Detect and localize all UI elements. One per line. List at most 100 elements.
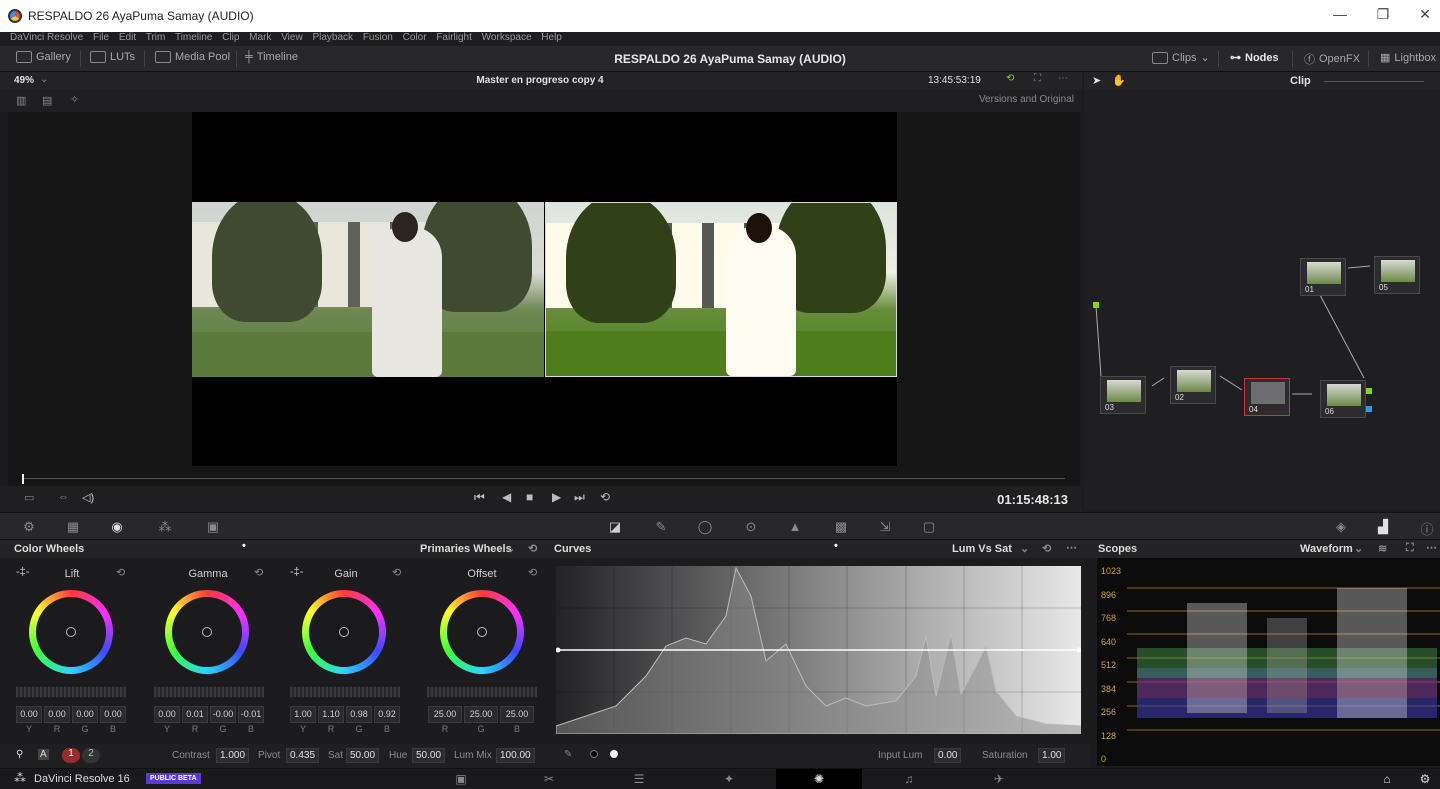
white-point-icon[interactable] <box>610 750 618 758</box>
go-to-first-icon[interactable]: ⏮ <box>474 490 485 505</box>
page-1-button[interactable]: 1 <box>62 748 80 763</box>
sat-value[interactable]: 50.00 <box>346 748 380 763</box>
3d-icon[interactable]: ▢ <box>920 519 938 534</box>
more-icon[interactable]: ⋯ <box>1058 73 1068 84</box>
media-pool-button[interactable]: Media Pool <box>155 51 230 63</box>
menu-davinci[interactable]: DaVinci Resolve <box>10 32 83 43</box>
node-graph[interactable]: 01 05 02 03 04 06 <box>1084 90 1440 510</box>
contrast-value[interactable]: 1.000 <box>216 748 250 763</box>
gain-b[interactable]: 0.92 <box>374 706 400 723</box>
page-2-button[interactable]: 2 <box>82 748 100 763</box>
chevron-down-icon[interactable]: ⌄ <box>506 542 515 555</box>
gamma-b[interactable]: -0.01 <box>238 706 264 723</box>
menu-mark[interactable]: Mark <box>249 32 271 43</box>
lightbox-button[interactable]: ▦ Lightbox <box>1380 51 1436 65</box>
fairlight-page-icon[interactable]: ♫ <box>898 772 920 786</box>
lift-y[interactable]: 0.00 <box>16 706 42 723</box>
color-page-icon[interactable]: ✺ <box>808 772 830 786</box>
page-indicator[interactable]: • <box>242 540 246 552</box>
split-icon[interactable]: ▥ <box>16 94 26 107</box>
gamma-g[interactable]: -0.00 <box>210 706 236 723</box>
fullscreen-icon[interactable]: ⛶ <box>1034 73 1041 84</box>
offset-wheel[interactable] <box>440 590 524 674</box>
picker-icon[interactable]: -‡- <box>16 566 29 578</box>
offset-master-slider[interactable] <box>427 687 537 697</box>
edit-page-icon[interactable]: ☰ <box>628 772 650 786</box>
reset-icon[interactable]: ⟲ <box>392 566 401 579</box>
page-indicator[interactable]: • <box>834 540 838 552</box>
reset-icon[interactable]: ⟲ <box>116 566 125 579</box>
saturation-value[interactable]: 1.00 <box>1038 748 1066 763</box>
chevron-down-icon[interactable]: ⌄ <box>40 74 48 85</box>
lift-master-slider[interactable] <box>16 687 126 697</box>
loop-playback-icon[interactable]: ⟲ <box>600 490 610 504</box>
info-icon[interactable]: ⓘ <box>1418 519 1436 537</box>
home-icon[interactable]: ⌂ <box>1376 772 1398 786</box>
source-input-dot[interactable] <box>1093 302 1099 308</box>
window-icon[interactable]: ◯ <box>696 519 714 534</box>
curves-icon[interactable]: ◪ <box>606 519 624 534</box>
color-match-icon[interactable]: ▦ <box>64 519 82 534</box>
auto-balance-icon[interactable]: ⚲ <box>16 749 23 760</box>
lift-g[interactable]: 0.00 <box>72 706 98 723</box>
gain-master-slider[interactable] <box>290 687 400 697</box>
gain-g[interactable]: 0.98 <box>346 706 372 723</box>
pointer-icon[interactable]: ➤ <box>1092 74 1101 87</box>
magic-wand-icon[interactable]: ✧ <box>70 93 79 106</box>
menu-timeline[interactable]: Timeline <box>175 32 212 43</box>
alpha-output-dot[interactable] <box>1366 406 1372 412</box>
gain-r[interactable]: 1.10 <box>318 706 344 723</box>
timeline-button[interactable]: ╪ Timeline <box>245 51 298 63</box>
nodes-button[interactable]: ⊶ Nodes <box>1230 51 1279 65</box>
timeline-name[interactable]: Master en progreso copy 4 <box>440 75 640 86</box>
luts-button[interactable]: LUTs <box>90 51 135 63</box>
wipe-icon[interactable]: ▤ <box>42 94 52 107</box>
fusion-page-icon[interactable]: ✦ <box>718 772 740 786</box>
sizing-icon[interactable]: ⇲ <box>876 519 894 534</box>
curves-graph[interactable] <box>556 566 1081 734</box>
menu-workspace[interactable]: Workspace <box>482 32 532 43</box>
pivot-value[interactable]: 0.435 <box>286 748 320 763</box>
menu-fusion[interactable]: Fusion <box>363 32 393 43</box>
node-05[interactable]: 05 <box>1374 256 1420 294</box>
stop-icon[interactable]: ■ <box>526 490 533 504</box>
gear-icon[interactable]: ⚙ <box>1414 772 1436 786</box>
curves-mode-select[interactable]: Lum Vs Sat <box>952 543 1012 555</box>
gamma-r[interactable]: 0.01 <box>182 706 208 723</box>
lift-wheel[interactable] <box>29 590 113 674</box>
more-icon[interactable]: ⋯ <box>1426 541 1437 554</box>
eyedropper-icon[interactable]: ✎ <box>564 749 572 760</box>
openfx-button[interactable]: ⓕ OpenFX <box>1304 51 1360 67</box>
lum-mix-value[interactable]: 100.00 <box>496 748 535 763</box>
reset-icon[interactable]: ⟲ <box>1042 542 1051 555</box>
loop-icon[interactable]: ⇔ <box>58 491 69 503</box>
reset-icon[interactable]: ⟲ <box>254 566 263 579</box>
node-zoom-slider[interactable] <box>1324 81 1424 82</box>
picker-icon[interactable]: -‡- <box>290 566 303 578</box>
go-to-last-icon[interactable]: ⏭ <box>574 490 585 505</box>
offset-g[interactable]: 25.00 <box>464 706 498 723</box>
output-dot[interactable] <box>1366 388 1372 394</box>
chevron-down-icon[interactable]: ⌄ <box>1020 542 1029 555</box>
node-mode-select[interactable]: Clip <box>1290 75 1311 87</box>
menu-color[interactable]: Color <box>403 32 427 43</box>
reset-icon[interactable]: ⟲ <box>528 566 537 579</box>
highlight-icon[interactable]: ⟲ <box>1006 73 1014 84</box>
node-04[interactable]: 04 <box>1244 378 1290 416</box>
maximize-button[interactable]: ❐ <box>1368 6 1398 26</box>
blur-icon[interactable]: ▲ <box>786 519 804 534</box>
more-icon[interactable]: ⋯ <box>1066 541 1077 554</box>
color-wheels-icon[interactable]: ◉ <box>108 519 126 534</box>
scopes-icon[interactable]: ▟ <box>1374 519 1392 534</box>
node-02[interactable]: 02 <box>1170 366 1216 404</box>
menu-clip[interactable]: Clip <box>222 32 239 43</box>
menu-playback[interactable]: Playback <box>312 32 353 43</box>
play-icon[interactable]: ▶ <box>552 490 561 504</box>
gamma-y[interactable]: 0.00 <box>154 706 180 723</box>
node-03[interactable]: 03 <box>1100 376 1146 414</box>
tracker-icon[interactable]: ⊙ <box>742 519 760 534</box>
media-page-icon[interactable]: ▣ <box>450 772 472 786</box>
node-06[interactable]: 06 <box>1320 380 1366 418</box>
versions-select[interactable]: Versions and Original <box>952 94 1074 110</box>
volume-icon[interactable]: ◁) <box>82 491 94 504</box>
